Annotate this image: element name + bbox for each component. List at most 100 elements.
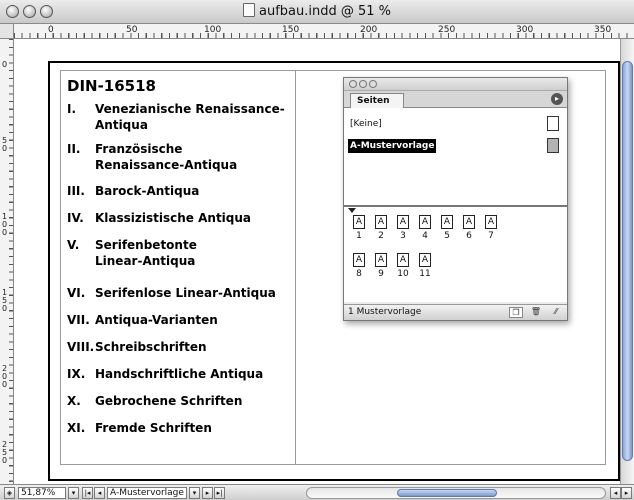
panel-menu-icon[interactable]: ▸ <box>551 93 563 105</box>
scroll-right-icon[interactable]: ▸ <box>621 487 632 499</box>
master-item[interactable]: A-Mustervorlage <box>348 138 563 154</box>
ruler-label: 200 <box>2 364 8 389</box>
list-item[interactable]: I. Venezianische Renaissance-Antiqua <box>67 101 295 133</box>
page-thumbnail[interactable]: A6 <box>458 215 480 241</box>
document-pages-list[interactable]: A1 A2 A3 A4 A5 A6 A7 A8 A9 A 10 A 11 <box>344 207 567 302</box>
panel-zoom-icon[interactable] <box>369 80 377 88</box>
list-item[interactable]: IX. Handschriftliche Antiqua <box>67 366 295 382</box>
master-thumbnail[interactable] <box>547 116 559 131</box>
list-item[interactable]: XI. Fremde Schriften <box>67 420 295 436</box>
tab-seiten[interactable]: Seiten <box>350 93 405 108</box>
page-thumbnail[interactable]: A2 <box>370 215 392 241</box>
item-text: Fremde Schriften <box>95 421 212 435</box>
page-icon: A <box>375 215 387 229</box>
item-text: Venezianische Renaissance-Antiqua <box>95 102 285 132</box>
list-item[interactable]: IV. Klassizistische Antiqua <box>67 210 295 226</box>
horizontal-scroll-thumb[interactable] <box>397 489 497 497</box>
ruler-label: 100 <box>2 212 8 237</box>
page-thumbnail[interactable]: A4 <box>414 215 436 241</box>
pages-panel[interactable]: Seiten ▸ [Keine] A-Mustervorlage A1 A2 A… <box>343 77 568 321</box>
item-text: Serifenbetonte Linear-Antiqua <box>95 238 197 268</box>
page-thumbnail[interactable]: A7 <box>480 215 502 241</box>
horizontal-ruler[interactable]: 0 50 100 150 200 250 300 350 <box>14 24 634 39</box>
first-page-icon[interactable]: |◂ <box>82 487 93 499</box>
page-number: 8 <box>356 269 362 279</box>
page-selector[interactable]: A-Mustervorlage <box>107 487 187 499</box>
ruler-label: 100 <box>204 25 222 35</box>
page-thumbnail[interactable]: A5 <box>436 215 458 241</box>
page-icon: A <box>419 253 431 267</box>
ruler-origin[interactable] <box>0 24 14 39</box>
page-thumbnail[interactable]: A1 <box>348 215 370 241</box>
page-icon: A <box>419 215 431 229</box>
master-thumbnail[interactable] <box>547 138 559 153</box>
ruler-label: 0 <box>48 25 54 35</box>
page-icon: A <box>485 215 497 229</box>
master-label: A-Mustervorlage <box>348 139 437 153</box>
item-number: III. <box>67 184 85 198</box>
resize-grip-icon[interactable]: ⁄⁄ <box>549 307 563 318</box>
master-item[interactable]: [Keine] <box>348 116 563 132</box>
status-bar: ◈ 51,87% ▾ |◂ ◂ A-Mustervorlage ▾ ▸ ▸| ◂… <box>0 484 634 500</box>
vertical-ruler-ticks <box>9 39 13 484</box>
scroll-left-icon[interactable]: ◂ <box>610 487 621 499</box>
item-text: Schreibschriften <box>95 340 207 354</box>
preview-mode-icon[interactable]: ◈ <box>4 487 15 499</box>
ruler-label: 250 <box>438 25 456 35</box>
list-item[interactable]: II. Französische Renaissance-Antiqua <box>67 141 245 173</box>
page-icon: A <box>397 215 409 229</box>
list-item[interactable]: V. Serifenbetonte Linear-Antiqua <box>67 237 215 269</box>
item-number: II. <box>67 142 81 156</box>
horizontal-scrollbar[interactable] <box>306 487 606 499</box>
page-number: 11 <box>419 269 431 279</box>
previous-page-icon[interactable]: ◂ <box>94 487 105 499</box>
current-spread-marker-icon <box>348 208 356 213</box>
panel-minimize-icon[interactable] <box>359 80 367 88</box>
panel-close-icon[interactable] <box>349 80 357 88</box>
page-icon: A <box>353 215 365 229</box>
trash-icon[interactable]: 🗑 <box>529 307 543 318</box>
list-item[interactable]: VI. Serifenlose Linear-Antiqua <box>67 285 295 301</box>
item-number: V. <box>67 238 80 252</box>
ruler-label: 0 <box>2 60 8 69</box>
ruler-label: 350 <box>594 25 612 35</box>
column-guide <box>295 71 296 464</box>
item-text: Serifenlose Linear-Antiqua <box>95 286 276 300</box>
vertical-scroll-thumb[interactable] <box>622 61 633 461</box>
item-text: Antiqua-Varianten <box>95 313 218 327</box>
next-page-icon[interactable]: ▸ <box>202 487 213 499</box>
page-icon: A <box>375 253 387 267</box>
zoom-field[interactable]: 51,87% <box>18 487 66 499</box>
ruler-label: 300 <box>516 25 534 35</box>
list-item[interactable]: X. Gebrochene Schriften <box>67 393 295 409</box>
list-item[interactable]: VII. Antiqua-Varianten <box>67 312 295 328</box>
item-text: Barock-Antiqua <box>95 184 200 198</box>
page-number: 6 <box>466 231 472 241</box>
panel-titlebar[interactable] <box>344 78 567 91</box>
item-number: VI. <box>67 286 86 300</box>
page-dropdown-icon[interactable]: ▾ <box>189 487 200 499</box>
page-thumbnail[interactable]: A8 <box>348 253 370 279</box>
vertical-scrollbar[interactable] <box>620 39 634 484</box>
list-item[interactable]: III. Barock-Antiqua <box>67 183 295 199</box>
page-number: 7 <box>488 231 494 241</box>
master-label: [Keine] <box>350 119 382 129</box>
vertical-ruler[interactable]: 0 50 100 150 200 250 <box>0 39 14 484</box>
item-text: Handschriftliche Antiqua <box>95 367 264 381</box>
panel-footer-status: 1 Mustervorlage <box>348 307 422 317</box>
list-item[interactable]: VIII. Schreibschriften <box>67 339 295 355</box>
zoom-dropdown-icon[interactable]: ▾ <box>68 487 79 499</box>
page-number: 4 <box>422 231 428 241</box>
page-thumbnail[interactable]: A3 <box>392 215 414 241</box>
window-title: aufbau.indd @ 51 % <box>258 4 392 19</box>
new-page-icon[interactable]: ❐ <box>509 307 523 318</box>
ruler-label: 200 <box>360 25 378 35</box>
last-page-icon[interactable]: ▸| <box>214 487 225 499</box>
page-thumbnail[interactable]: A 11 <box>414 253 436 279</box>
master-pages-list[interactable]: [Keine] A-Mustervorlage <box>344 108 567 207</box>
document-heading[interactable]: DIN-16518 <box>67 77 156 95</box>
page-icon: A <box>463 215 475 229</box>
page-thumbnail[interactable]: A9 <box>370 253 392 279</box>
page-thumbnail[interactable]: A 10 <box>392 253 414 279</box>
item-text: Klassizistische Antiqua <box>95 211 252 225</box>
